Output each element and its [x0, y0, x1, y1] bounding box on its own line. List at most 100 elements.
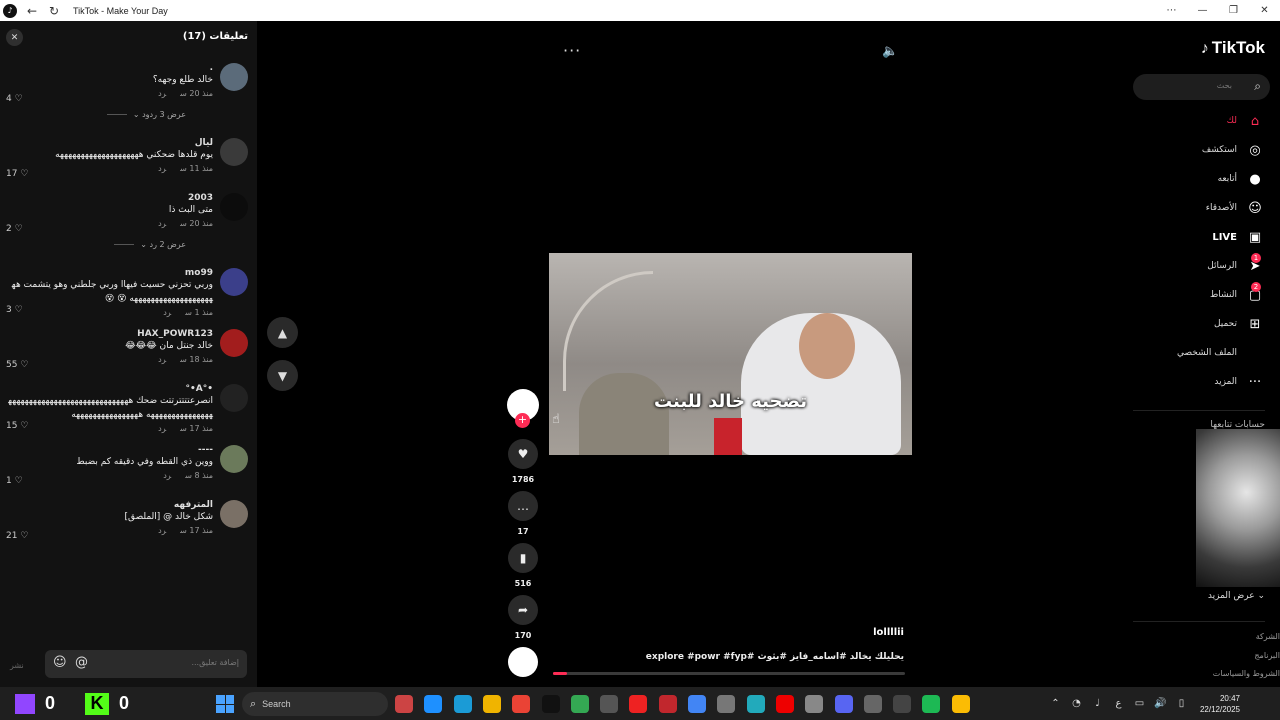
post-comment-button[interactable]: نشر — [10, 661, 24, 670]
comment-like-button[interactable]: 4 ♡ — [6, 94, 23, 104]
battery-icon[interactable]: ▯ — [1171, 698, 1192, 709]
taskbar-app-icon[interactable] — [893, 695, 912, 713]
network-icon[interactable]: ▭ — [1129, 698, 1150, 709]
reload-icon[interactable]: ↻ — [43, 4, 65, 18]
taskbar-app-icon[interactable] — [658, 695, 677, 713]
taskbar-app-icon[interactable] — [600, 695, 619, 713]
next-video-button[interactable]: ▼ — [267, 360, 298, 391]
reply-button[interactable]: رد — [158, 424, 166, 433]
commenter-avatar[interactable] — [220, 384, 248, 412]
reply-button[interactable]: رد — [158, 219, 166, 228]
taskbar-app-icon[interactable] — [512, 695, 531, 713]
comment-username[interactable]: 2003 — [8, 193, 213, 203]
comment-like-button[interactable]: 2 ♡ — [6, 224, 23, 234]
comment-username[interactable]: المترفهه — [8, 500, 213, 510]
taskbar-app-icon[interactable] — [629, 695, 648, 713]
commenter-avatar[interactable] — [220, 500, 248, 528]
back-arrow-icon[interactable]: ← — [21, 4, 43, 18]
start-button[interactable] — [216, 695, 234, 713]
tiktok-logo[interactable]: ♪ TikTok — [1201, 38, 1265, 58]
comment-like-button[interactable]: 17 ♡ — [6, 169, 28, 179]
taskbar-app-icon[interactable] — [863, 695, 882, 713]
music-disc-icon[interactable] — [508, 647, 538, 677]
close-window-button[interactable]: ✕ — [1249, 5, 1280, 16]
video-progress-bar[interactable] — [553, 672, 905, 675]
sidebar-nav-item[interactable]: الملف الشخصي — [1133, 343, 1265, 363]
sidebar-nav-item[interactable]: ➤ الرسائل 1 — [1133, 253, 1265, 276]
taskbar-app-icon[interactable] — [482, 695, 501, 713]
search-input[interactable]: ⌕ بحث — [1133, 74, 1270, 100]
taskbar-clock[interactable]: 20:47 22/12/2025 — [1200, 693, 1240, 715]
taskbar-app-icon[interactable] — [834, 695, 853, 713]
comment-username[interactable]: ---- — [8, 445, 213, 455]
following-account-thumbnail[interactable] — [1196, 429, 1280, 587]
reply-button[interactable]: رد — [158, 164, 166, 173]
footer-link-company[interactable]: الشركة — [1256, 632, 1280, 641]
emoji-icon[interactable]: ☺ — [53, 655, 67, 670]
volume-icon[interactable]: 🔈 — [882, 44, 898, 59]
commenter-avatar[interactable] — [220, 329, 248, 357]
sidebar-nav-item[interactable]: ▣ LIVE — [1133, 227, 1265, 247]
mention-icon[interactable]: @ — [75, 655, 88, 670]
video-author[interactable]: lollllii — [873, 627, 904, 638]
sidebar-nav-item[interactable]: ◎ استكشف — [1133, 140, 1265, 160]
taskbar-app-icon[interactable] — [570, 695, 589, 713]
reply-button[interactable]: رد — [158, 89, 166, 98]
comment-like-button[interactable]: 15 ♡ — [6, 421, 28, 431]
comment-icon[interactable]: … — [508, 491, 538, 521]
more-options-icon[interactable]: ··· — [563, 41, 581, 60]
comment-like-button[interactable]: 1 ♡ — [6, 476, 23, 486]
footer-link-terms[interactable]: الشروط والسياسات — [1213, 669, 1280, 678]
comment-like-button[interactable]: 55 ♡ — [6, 360, 28, 370]
follow-button[interactable]: + — [515, 413, 530, 428]
reply-button[interactable]: رد — [163, 471, 171, 480]
sidebar-nav-item[interactable]: ☺ الأصدقاء — [1133, 198, 1265, 218]
language-indicator[interactable]: ع — [1108, 698, 1129, 709]
comment-like-button[interactable]: 21 ♡ — [6, 531, 28, 541]
like-icon[interactable]: ♥ — [508, 439, 538, 469]
taskbar-app-icon[interactable] — [746, 695, 765, 713]
taskbar-app-icon[interactable] — [922, 695, 941, 713]
volume-icon[interactable]: 🔊 — [1150, 698, 1171, 709]
taskbar-app-icon[interactable] — [775, 695, 794, 713]
view-replies-button[interactable]: عرض 3 ردود ⌄ — [0, 110, 257, 130]
comment-like-button[interactable]: 3 ♡ — [6, 305, 23, 315]
video-player[interactable]: تضحيه خالد للبنت — [549, 253, 912, 455]
comment-username[interactable]: mo99 — [8, 268, 213, 278]
comment-username[interactable]: . — [8, 63, 213, 73]
reply-button[interactable]: رد — [158, 355, 166, 364]
comment-username[interactable]: •°A•° — [8, 384, 214, 394]
footer-link-program[interactable]: البرنامج — [1254, 651, 1280, 660]
taskbar-app-icon[interactable] — [688, 695, 706, 713]
taskbar-app-icon[interactable] — [805, 695, 824, 713]
commenter-avatar[interactable] — [220, 268, 248, 296]
bookmark-icon[interactable]: ▮ — [508, 543, 538, 573]
taskbar-app-icon[interactable] — [951, 695, 970, 713]
commenter-avatar[interactable] — [220, 193, 248, 221]
search-icon[interactable]: ⌕ — [1254, 79, 1261, 94]
show-more-button[interactable]: ⌄ عرض المزيد — [1208, 591, 1265, 601]
kick-icon[interactable]: K — [85, 692, 110, 715]
sidebar-nav-item[interactable]: ▢ النشاط 2 — [1133, 282, 1265, 305]
sidebar-nav-item[interactable]: ● أتابعه — [1133, 169, 1265, 189]
previous-video-button[interactable]: ▲ — [267, 317, 298, 348]
commenter-avatar[interactable] — [220, 63, 248, 91]
comment-username[interactable]: ليال — [8, 138, 213, 148]
taskbar-app-icon[interactable] — [395, 695, 413, 713]
sidebar-nav-item[interactable]: ⊞ تحميل — [1133, 314, 1265, 334]
comment-list[interactable]: . خالد طلع وجهه؟ منذ 20 س رد 4 ♡ عرض 3 ردود ⌄… — [0, 55, 257, 637]
taskbar-app-icon[interactable] — [541, 695, 560, 713]
sidebar-nav-item[interactable]: ⌂ لك — [1133, 111, 1265, 131]
taskbar-search[interactable]: ⌕ Search — [242, 692, 388, 716]
chevron-up-icon[interactable]: ⌃ — [1045, 698, 1066, 709]
taskbar-app-icon[interactable] — [717, 695, 736, 713]
maximize-button[interactable]: ❐ — [1218, 5, 1249, 16]
settings-tray-icon[interactable]: ◔ — [1066, 698, 1087, 709]
view-replies-button[interactable]: عرض 2 رد ⌄ — [0, 240, 257, 260]
reply-button[interactable]: رد — [163, 308, 171, 317]
sidebar-nav-item[interactable]: ··· المزيد — [1133, 372, 1265, 392]
menu-dots-icon[interactable]: ⋯ — [1156, 5, 1187, 16]
close-comments-button[interactable]: ✕ — [6, 29, 23, 46]
share-icon[interactable]: ➦ — [508, 595, 538, 625]
comment-input[interactable]: ☺ @ إضافة تعليق... — [45, 650, 247, 678]
